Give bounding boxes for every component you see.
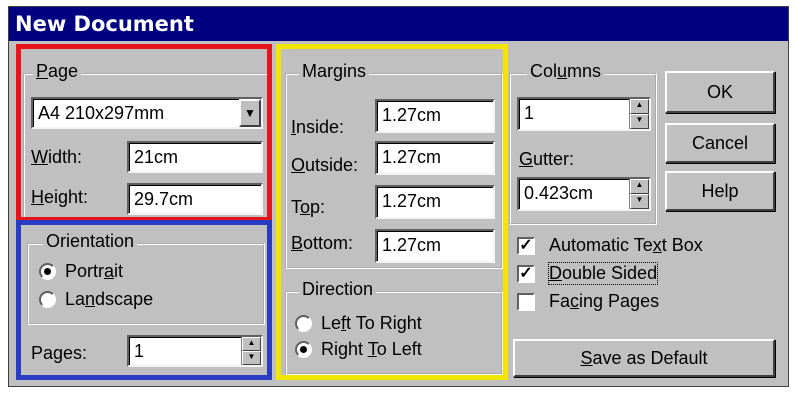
save-as-default-button[interactable]: Save as Default bbox=[513, 339, 775, 377]
double-sided-checkbox[interactable]: ✓ bbox=[517, 265, 535, 283]
cancel-button[interactable]: Cancel bbox=[665, 123, 775, 163]
spin-down-icon[interactable]: ▼ bbox=[630, 194, 649, 209]
margins-highlight-box bbox=[276, 44, 508, 380]
spin-up-icon[interactable]: ▲ bbox=[630, 99, 649, 114]
check-icon: ✓ bbox=[519, 265, 533, 282]
help-button[interactable]: Help bbox=[665, 171, 775, 211]
automatic-text-box-checkbox[interactable]: ✓ bbox=[517, 237, 535, 255]
columns-group-title: Columns bbox=[527, 61, 605, 82]
spin-up-icon[interactable]: ▲ bbox=[630, 179, 649, 194]
facing-pages-checkbox[interactable] bbox=[517, 293, 535, 311]
spin-down-icon[interactable]: ▼ bbox=[630, 114, 649, 129]
double-sided-label[interactable]: Double Sided bbox=[547, 262, 659, 285]
page-highlight-box bbox=[16, 44, 272, 222]
automatic-text-box-label[interactable]: Automatic Text Box bbox=[549, 235, 703, 256]
ok-button[interactable]: OK bbox=[665, 71, 775, 113]
check-icon: ✓ bbox=[519, 237, 533, 254]
facing-pages-label[interactable]: Facing Pages bbox=[549, 291, 659, 312]
columns-spinner[interactable]: ▲ ▼ bbox=[629, 99, 649, 129]
gutter-label: Gutter: bbox=[519, 149, 575, 169]
orientation-highlight-box bbox=[16, 220, 272, 380]
gutter-spinner[interactable]: ▲ ▼ bbox=[629, 179, 649, 209]
dialog-title: New Document bbox=[9, 7, 788, 41]
